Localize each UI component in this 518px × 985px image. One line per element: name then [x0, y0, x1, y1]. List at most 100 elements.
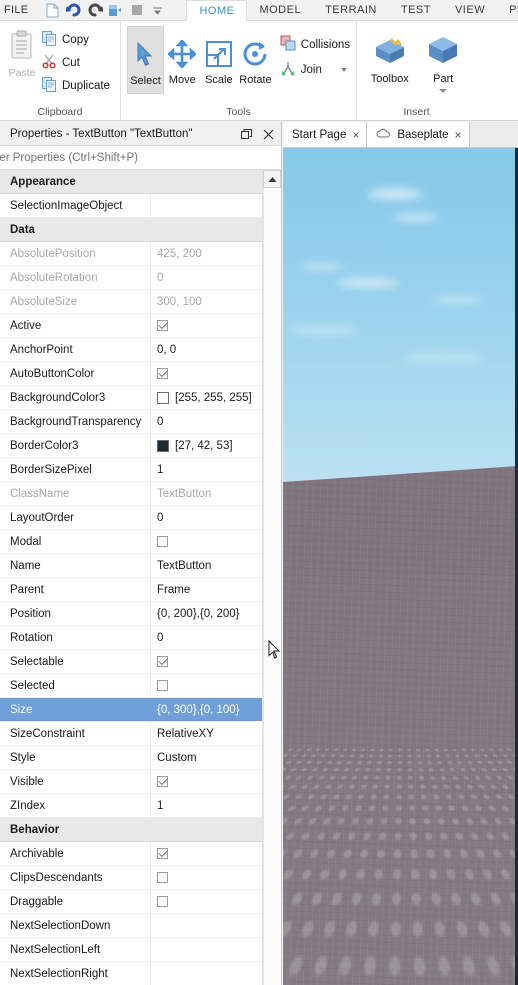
properties-filter-input[interactable]	[0, 151, 281, 164]
checkbox-checked-icon[interactable]	[157, 776, 168, 787]
property-row[interactable]: Modal	[0, 530, 262, 554]
property-value[interactable]	[150, 890, 262, 913]
undo-icon[interactable]	[65, 2, 82, 19]
property-row[interactable]: Draggable	[0, 890, 262, 914]
property-row[interactable]: AbsolutePosition 425, 200	[0, 242, 262, 266]
property-value[interactable]: 1	[150, 794, 262, 817]
property-row[interactable]: SizeConstraint RelativeXY	[0, 722, 262, 746]
cut-button[interactable]: Cut	[42, 52, 114, 73]
3d-viewport[interactable]	[283, 148, 518, 985]
property-row[interactable]: Selectable	[0, 650, 262, 674]
property-row[interactable]: Parent Frame	[0, 578, 262, 602]
new-document-icon[interactable]	[44, 2, 61, 19]
checkbox-unchecked-icon[interactable]	[157, 536, 168, 547]
tab-terrain[interactable]: TERRAIN	[313, 0, 389, 20]
property-row[interactable]: LayoutOrder 0	[0, 506, 262, 530]
property-value[interactable]: 300, 100	[150, 290, 262, 313]
property-row[interactable]: NextSelectionLeft	[0, 938, 262, 962]
customize-caret-icon[interactable]	[149, 2, 166, 19]
color-swatch[interactable]	[157, 439, 169, 452]
property-value[interactable]: RelativeXY	[150, 722, 262, 745]
property-value[interactable]: Custom	[150, 746, 262, 769]
property-value[interactable]: 0	[150, 266, 262, 289]
tab-home[interactable]: HOME	[186, 0, 248, 21]
scrollbar-track[interactable]	[263, 188, 281, 985]
scroll-up-arrow-icon[interactable]	[263, 170, 281, 188]
part-caret-down-icon[interactable]	[439, 89, 448, 93]
redo-icon[interactable]	[86, 2, 103, 19]
property-value[interactable]	[150, 914, 262, 937]
baseplate-close-icon[interactable]: ×	[455, 129, 462, 141]
select-tool-button[interactable]: Select	[127, 26, 164, 94]
property-category-row[interactable]: Behavior	[0, 818, 262, 842]
checkbox-unchecked-icon[interactable]	[157, 872, 168, 883]
property-row[interactable]: BorderColor3 [27, 42, 53]	[0, 434, 262, 458]
float-icon[interactable]	[240, 128, 253, 141]
copy-button[interactable]: Copy	[42, 29, 114, 50]
property-value[interactable]: 0	[150, 626, 262, 649]
property-row[interactable]: BackgroundColor3 [255, 255, 255]	[0, 386, 262, 410]
tab-view[interactable]: VIEW	[443, 0, 497, 20]
property-value[interactable]: TextButton	[150, 554, 262, 577]
property-value[interactable]	[150, 314, 262, 337]
checkbox-checked-icon[interactable]	[157, 656, 168, 667]
property-row[interactable]: SelectionImageObject	[0, 194, 262, 218]
property-value[interactable]: 0	[150, 410, 262, 433]
tab-model[interactable]: MODEL	[247, 0, 313, 20]
checkbox-unchecked-icon[interactable]	[157, 680, 168, 691]
part-button[interactable]: Part	[417, 29, 471, 93]
property-value[interactable]: {0, 300},{0, 100}	[150, 698, 262, 721]
property-row[interactable]: Selected	[0, 674, 262, 698]
checkbox-checked-icon[interactable]	[157, 368, 168, 379]
property-row[interactable]: Rotation 0	[0, 626, 262, 650]
property-row[interactable]: Visible	[0, 770, 262, 794]
checkbox-checked-icon[interactable]	[157, 320, 168, 331]
start-page-close-icon[interactable]: ×	[352, 129, 359, 141]
toolbox-button[interactable]: Toolbox	[363, 29, 417, 85]
property-row[interactable]: Name TextButton	[0, 554, 262, 578]
play-icon[interactable]	[107, 2, 124, 19]
property-category-row[interactable]: Appearance	[0, 170, 262, 194]
scale-tool-button[interactable]: Scale	[201, 26, 238, 94]
collisions-toggle[interactable]: Collisions	[280, 35, 350, 54]
property-row[interactable]: Archivable	[0, 842, 262, 866]
property-value[interactable]: 0, 0	[150, 338, 262, 361]
property-row[interactable]: AbsoluteSize 300, 100	[0, 290, 262, 314]
tab-plugins[interactable]: PLUGINS	[497, 0, 518, 20]
move-tool-button[interactable]: Move	[164, 26, 201, 94]
property-value[interactable]	[150, 842, 262, 865]
property-value[interactable]: 425, 200	[150, 242, 262, 265]
join-toggle[interactable]: Join	[280, 60, 350, 79]
property-value[interactable]: 0	[150, 506, 262, 529]
property-category-row[interactable]: Data	[0, 218, 262, 242]
property-value[interactable]: [27, 42, 53]	[150, 434, 262, 457]
checkbox-unchecked-icon[interactable]	[157, 896, 168, 907]
property-row[interactable]: Size {0, 300},{0, 100}	[0, 698, 262, 722]
tab-baseplate[interactable]: Baseplate ×	[367, 122, 470, 147]
property-value[interactable]: TextButton	[150, 482, 262, 505]
tools-overflow-caret-icon[interactable]	[340, 67, 347, 72]
property-value[interactable]: [255, 255, 255]	[150, 386, 262, 409]
property-row[interactable]: AutoButtonColor	[0, 362, 262, 386]
file-menu-button[interactable]: FILE	[0, 0, 38, 20]
property-value[interactable]	[150, 530, 262, 553]
properties-scrollbar[interactable]	[262, 170, 281, 985]
property-row[interactable]: BorderSizePixel 1	[0, 458, 262, 482]
checkbox-checked-icon[interactable]	[157, 848, 168, 859]
property-row[interactable]: ClassName TextButton	[0, 482, 262, 506]
property-row[interactable]: Style Custom	[0, 746, 262, 770]
property-row[interactable]: Active	[0, 314, 262, 338]
rotate-tool-button[interactable]: Rotate	[237, 26, 274, 94]
duplicate-button[interactable]: Duplicate	[42, 75, 114, 96]
property-value[interactable]	[150, 362, 262, 385]
property-row[interactable]: ZIndex 1	[0, 794, 262, 818]
property-value[interactable]	[150, 770, 262, 793]
property-value[interactable]	[150, 194, 262, 217]
property-row[interactable]: NextSelectionDown	[0, 914, 262, 938]
tab-start-page[interactable]: Start Page ×	[283, 122, 368, 147]
property-row[interactable]: AbsoluteRotation 0	[0, 266, 262, 290]
property-value[interactable]	[150, 938, 262, 961]
property-row[interactable]: NextSelectionRight	[0, 962, 262, 985]
property-value[interactable]: 1	[150, 458, 262, 481]
property-row[interactable]: AnchorPoint 0, 0	[0, 338, 262, 362]
